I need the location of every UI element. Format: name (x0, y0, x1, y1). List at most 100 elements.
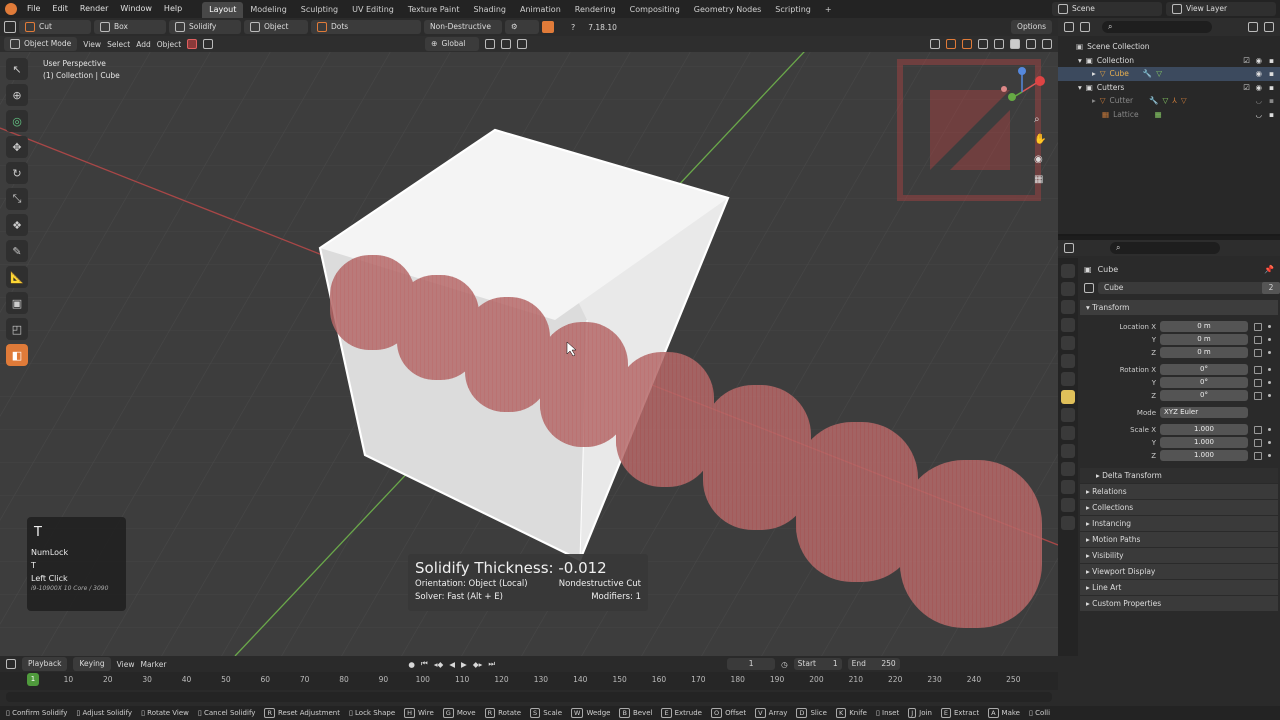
menu-add[interactable]: Add (136, 40, 151, 49)
rotation-mode-dropdown[interactable]: XYZ Euler (1160, 407, 1248, 418)
jump-end-icon[interactable]: ⏭ (488, 659, 495, 669)
cut-mode-select[interactable]: Cut (19, 20, 91, 34)
keyframe-dot-icon[interactable] (1268, 381, 1271, 384)
tab-sculpting[interactable]: Sculpting (294, 2, 345, 18)
particles-tab-icon[interactable] (1061, 426, 1075, 440)
camera-toggle-icon[interactable]: ▪ (1269, 83, 1274, 92)
menu-object[interactable]: Object (157, 40, 181, 49)
hops-icon[interactable] (187, 39, 198, 49)
cursor-tool-icon[interactable]: ⊕ (6, 84, 28, 106)
menu-file[interactable]: File (21, 0, 46, 18)
material-shading-icon[interactable] (1026, 39, 1036, 49)
playhead[interactable]: 1 (27, 673, 39, 686)
eye-icon[interactable]: ◉ (1255, 56, 1262, 65)
timeline-editor-icon[interactable] (6, 659, 16, 669)
object-select[interactable]: Object (244, 20, 308, 34)
texture-tab-icon[interactable] (1061, 516, 1075, 530)
gizmo-icon[interactable] (946, 39, 956, 49)
view-layer-selector[interactable]: View Layer (1166, 2, 1276, 16)
pan-hand-icon[interactable]: ✋ (1034, 134, 1046, 145)
pivot-icon[interactable] (485, 39, 496, 49)
end-frame-field[interactable]: End 250 (847, 658, 900, 670)
data-tab-icon[interactable] (1061, 480, 1075, 494)
lock-icon[interactable] (1254, 365, 1262, 374)
display-mode-icon[interactable] (1080, 22, 1090, 32)
menu-window[interactable]: Window (114, 0, 158, 18)
location-y-field[interactable]: 0 m (1160, 334, 1248, 345)
keyframe-dot-icon[interactable] (1268, 394, 1271, 397)
lock-icon[interactable] (1254, 335, 1262, 344)
keying-menu[interactable]: Keying (73, 657, 111, 671)
tab-uv-editing[interactable]: UV Editing (345, 2, 401, 18)
rotation-z-field[interactable]: 0° (1160, 390, 1248, 401)
expand-arrow-icon[interactable]: ▸ (1092, 69, 1096, 78)
help-icon[interactable]: ? (571, 23, 575, 32)
transform-panel-header[interactable]: ▾ Transform (1080, 300, 1278, 316)
menu-select[interactable]: Select (107, 40, 130, 49)
dots-select[interactable]: Dots (311, 20, 421, 34)
tab-rendering[interactable]: Rendering (568, 2, 623, 18)
shape-select[interactable]: Box (94, 20, 166, 34)
outliner-item-cutter[interactable]: ▸ ▽ Cutter 🔧 ▽ ⅄ ▽ ◡ ▪ (1058, 94, 1280, 108)
delta-transform-header[interactable]: ▸ Delta Transform (1080, 468, 1278, 484)
tab-compositing[interactable]: Compositing (623, 2, 687, 18)
timeline-scrollbar[interactable] (6, 692, 1052, 702)
blender-logo-icon[interactable] (5, 3, 17, 15)
pin-icon[interactable]: 📌 (1264, 265, 1274, 274)
start-frame-field[interactable]: Start 1 (793, 658, 842, 670)
grid-view-icon[interactable]: ▦ (1034, 174, 1046, 185)
expand-arrow-icon[interactable]: ▾ (1078, 83, 1082, 92)
expand-arrow-icon[interactable]: ▾ (1078, 56, 1082, 65)
tab-shading[interactable]: Shading (466, 2, 513, 18)
select-tool-icon[interactable]: ↖ (6, 58, 28, 80)
keyframe-dot-icon[interactable] (1268, 368, 1271, 371)
section-visibility[interactable]: ▸ Visibility (1080, 548, 1278, 564)
orientation-dropdown[interactable]: ⊕ Global (425, 37, 480, 51)
lock-icon[interactable] (1254, 378, 1262, 387)
view-layer-tab-icon[interactable] (1061, 318, 1075, 332)
location-z-field[interactable]: 0 m (1160, 347, 1248, 358)
keyframe-dot-icon[interactable] (1268, 454, 1271, 457)
rotate-tool-icon[interactable]: ↻ (6, 162, 28, 184)
new-collection-icon[interactable] (1264, 22, 1274, 32)
outliner-scene-collection[interactable]: ▣ Scene Collection (1058, 40, 1280, 54)
play-reverse-icon[interactable]: ◀ (449, 660, 455, 669)
outliner-item-lattice[interactable]: ▦ Lattice ▦ ◡ ▪ (1058, 108, 1280, 122)
hops-tool-icon[interactable]: ◎ (6, 110, 28, 132)
render-tab-icon[interactable] (1061, 282, 1075, 296)
overlay-icon[interactable] (962, 39, 972, 49)
wireframe-shading-icon[interactable] (994, 39, 1004, 49)
eye-hidden-icon[interactable]: ◡ (1255, 96, 1262, 105)
output-tab-icon[interactable] (1061, 300, 1075, 314)
proportional-icon[interactable] (517, 39, 528, 49)
solidify-select[interactable]: Solidify (169, 20, 241, 34)
timeline-marker-menu[interactable]: Marker (140, 660, 166, 669)
lock-icon[interactable] (1254, 391, 1262, 400)
rotation-y-field[interactable]: 0° (1160, 377, 1248, 388)
lock-icon[interactable] (1254, 425, 1262, 434)
visibility-icon[interactable] (930, 39, 940, 49)
next-key-icon[interactable]: ◆▸ (473, 660, 483, 669)
lock-icon[interactable] (1254, 438, 1262, 447)
keyframe-dot-icon[interactable] (1268, 325, 1271, 328)
expand-arrow-icon[interactable]: ▸ (1092, 96, 1096, 105)
navigation-gizmo[interactable] (1000, 64, 1050, 114)
section-collections[interactable]: ▸ Collections (1080, 500, 1278, 516)
section-viewport-display[interactable]: ▸ Viewport Display (1080, 564, 1278, 580)
clock-icon[interactable]: ◷ (781, 660, 788, 669)
add-cube-tool-icon[interactable]: ▣ (6, 292, 28, 314)
keyframe-dot-icon[interactable] (1268, 441, 1271, 444)
section-relations[interactable]: ▸ Relations (1080, 484, 1278, 500)
material-tab-icon[interactable] (1061, 498, 1075, 512)
physics-tab-icon[interactable] (1061, 444, 1075, 458)
menu-help[interactable]: Help (158, 0, 188, 18)
jump-start-icon[interactable]: ⏮ (421, 659, 428, 669)
settings-button[interactable]: ⚙ (505, 20, 539, 34)
object-tab-icon[interactable] (1061, 390, 1075, 404)
constraints-tab-icon[interactable] (1061, 462, 1075, 476)
pause-icon[interactable] (542, 21, 554, 33)
collection-tab-icon[interactable] (1061, 372, 1075, 386)
record-icon[interactable]: ● (408, 660, 415, 669)
tab-layout[interactable]: Layout (202, 1, 244, 18)
filter-icon[interactable] (1248, 22, 1258, 32)
